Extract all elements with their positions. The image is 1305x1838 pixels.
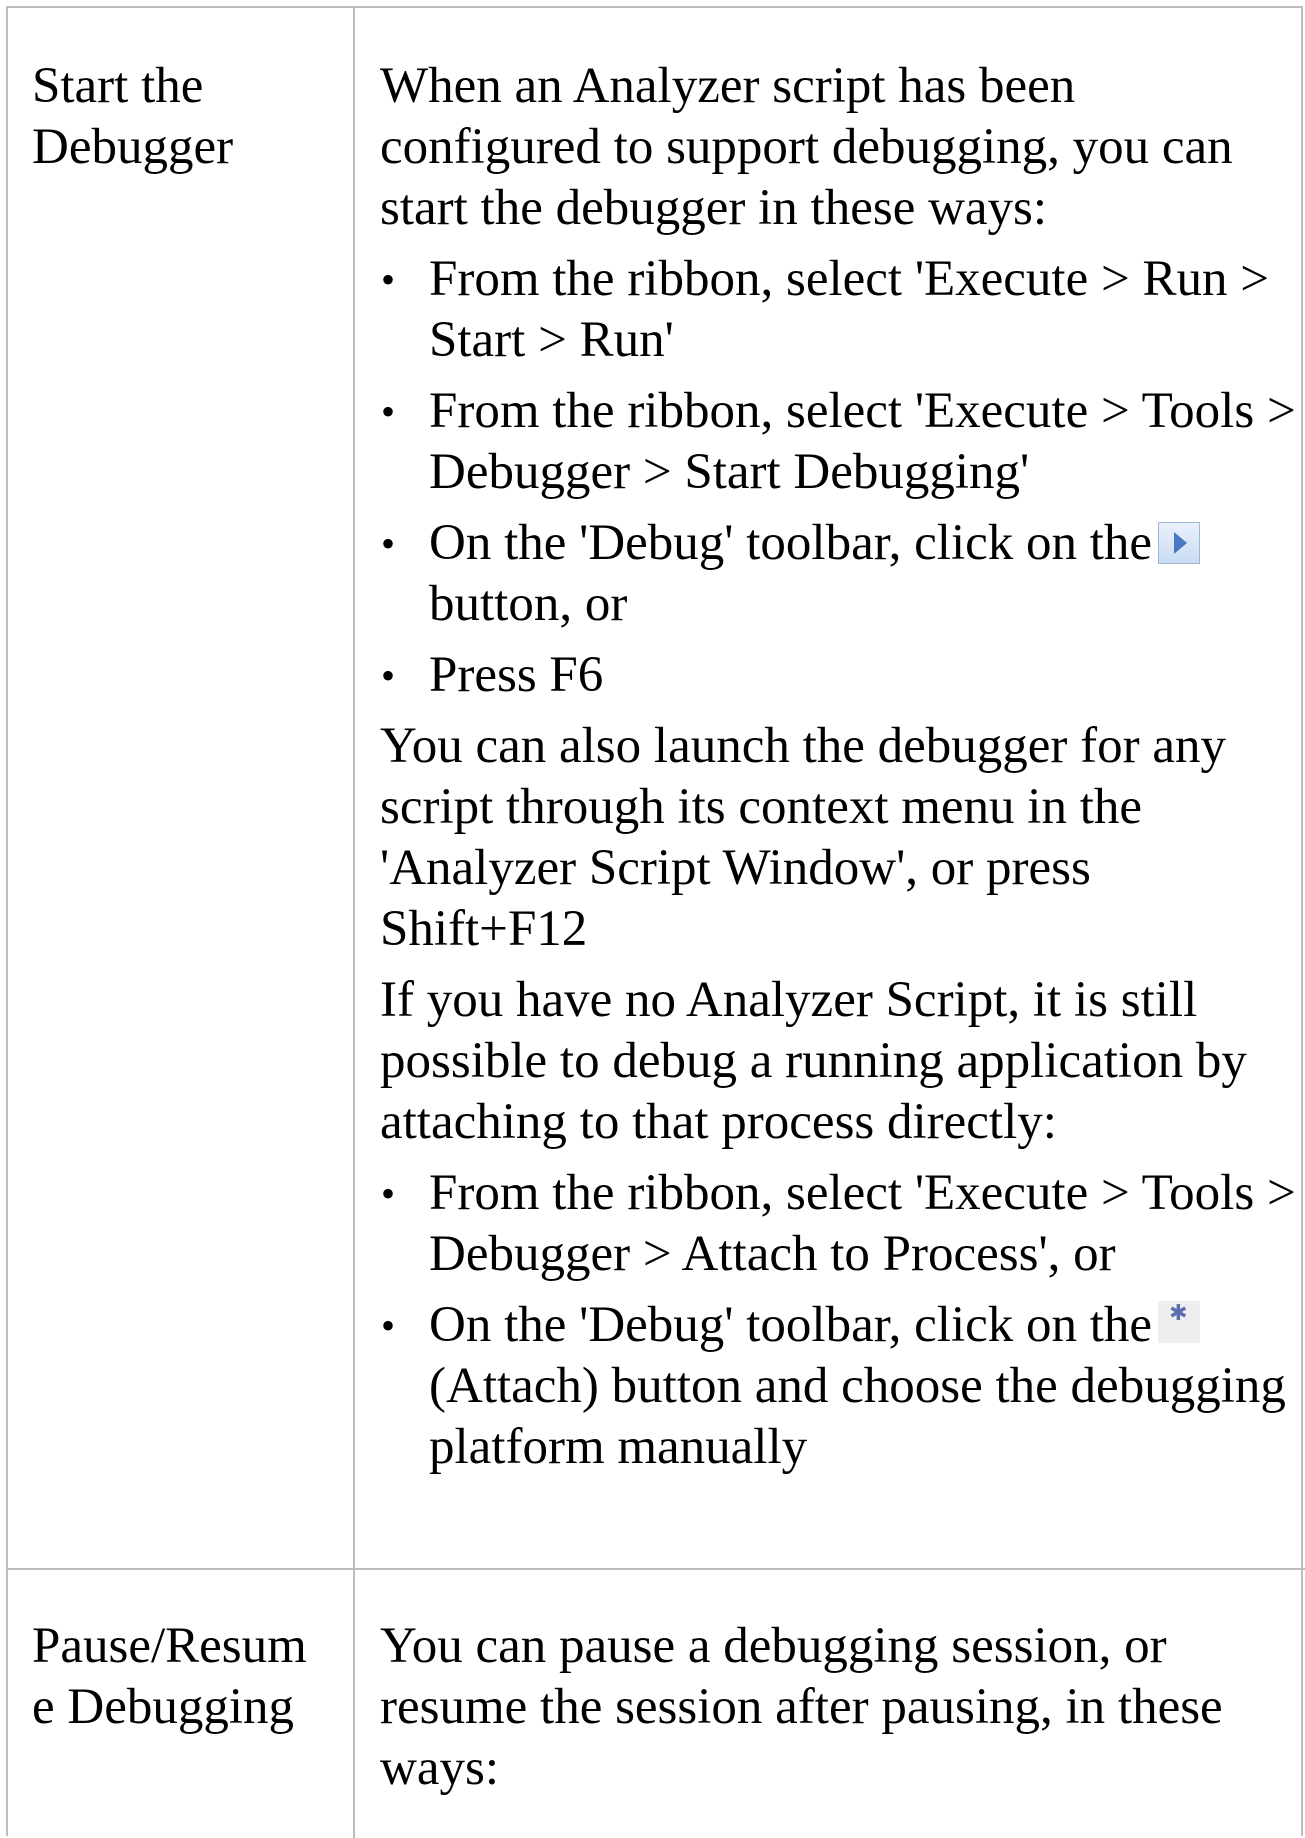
attach-methods-list: • From the ribbon, select 'Execute > Too… xyxy=(380,1163,1300,1478)
bullet-icon: • xyxy=(380,257,395,302)
list-item-text: From the ribbon, select 'Execute > Tools… xyxy=(429,383,1296,500)
list-item-text: Press F6 xyxy=(429,647,604,703)
attach-paragraph: If you have no Analyzer Script, it is st… xyxy=(380,972,1247,1150)
row-label-start-debugger: Start the Debugger xyxy=(32,56,352,178)
list-item-text: From the ribbon, select 'Execute > Run >… xyxy=(429,251,1270,368)
start-methods-list: • From the ribbon, select 'Execute > Run… xyxy=(380,249,1300,706)
list-item: • From the ribbon, select 'Execute > Run… xyxy=(380,249,1300,371)
bullet-icon: • xyxy=(380,521,395,566)
intro-paragraph: You can pause a debugging session, or re… xyxy=(380,1618,1223,1796)
bullet-icon: • xyxy=(380,1171,395,1216)
row-divider xyxy=(8,1568,1305,1570)
row-label-line: e Debugging xyxy=(32,1679,295,1735)
debugger-table: Start the Debugger When an Analyzer scri… xyxy=(6,6,1305,1838)
column-divider xyxy=(353,8,355,1838)
bullet-icon: • xyxy=(380,653,395,698)
context-menu-paragraph: You can also launch the debugger for any… xyxy=(380,718,1227,957)
list-item-text: From the ribbon, select 'Execute > Tools… xyxy=(429,1165,1296,1282)
row-label-line: Debugger xyxy=(32,119,234,175)
list-item: • From the ribbon, select 'Execute > Too… xyxy=(380,381,1300,503)
intro-paragraph: When an Analyzer script has been configu… xyxy=(380,58,1233,236)
list-item-text: On the 'Debug' toolbar, click on the xyxy=(429,515,1153,571)
bullet-icon: • xyxy=(380,389,395,434)
row-label-line: Start the xyxy=(32,58,204,114)
attach-gear-icon xyxy=(1158,1299,1201,1343)
list-item: • On the 'Debug' toolbar, click on the b… xyxy=(380,513,1300,635)
run-debug-icon xyxy=(1158,522,1201,564)
list-item: • Press F6 xyxy=(380,645,1300,706)
row-content-start-debugger: When an Analyzer script has been configu… xyxy=(380,56,1300,1488)
list-item: • On the 'Debug' toolbar, click on the (… xyxy=(380,1295,1300,1478)
list-item-text: button, or xyxy=(429,576,628,632)
list-item-text: (Attach) button and choose the debugging… xyxy=(429,1358,1286,1475)
row-label-pause-resume: Pause/Resum e Debugging xyxy=(32,1616,352,1738)
bullet-icon: • xyxy=(380,1303,395,1348)
list-item: • From the ribbon, select 'Execute > Too… xyxy=(380,1163,1300,1285)
row-label-line: Pause/Resum xyxy=(32,1618,307,1674)
row-content-pause-resume: You can pause a debugging session, or re… xyxy=(380,1616,1300,1809)
list-item-text: On the 'Debug' toolbar, click on the xyxy=(429,1297,1153,1353)
